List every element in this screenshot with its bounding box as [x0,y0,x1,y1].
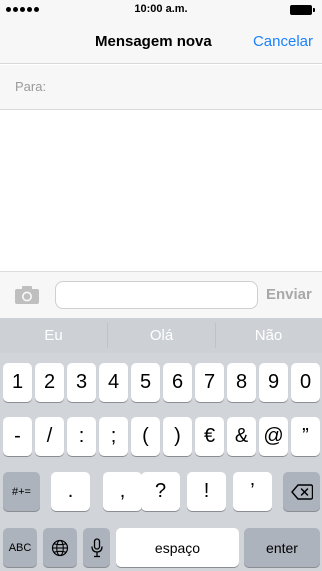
key[interactable]: ( [131,417,160,456]
status-time: 10:00 a.m. [134,3,188,15]
navigation-bar: Mensagem nova Cancelar [0,20,322,64]
camera-icon[interactable] [14,285,40,305]
key[interactable]: 8 [227,363,256,402]
prediction-2[interactable]: Olá [108,318,215,353]
key[interactable]: ) [163,417,192,456]
recipient-label: Para: [15,79,47,94]
key[interactable]: . [51,472,90,511]
keyboard: Eu Olá Não 1 2 3 4 5 6 7 8 9 0 - / : ; (… [0,318,322,571]
key[interactable]: ; [99,417,128,456]
key[interactable]: 7 [195,363,224,402]
enter-key[interactable]: enter [244,528,320,567]
abc-key[interactable]: ABC [3,528,37,567]
send-button[interactable]: Enviar [266,286,312,303]
key[interactable]: ! [187,472,226,511]
recipient-field[interactable]: Para: [0,65,322,110]
prediction-1[interactable]: Eu [0,318,107,353]
key[interactable]: 6 [163,363,192,402]
page-title: Mensagem nova [95,33,212,50]
message-thread-area [0,111,322,271]
key[interactable]: 1 [3,363,32,402]
more-symbols-key[interactable]: #+= [3,472,40,511]
key[interactable]: 0 [291,363,320,402]
globe-key[interactable] [43,528,77,567]
dictation-key[interactable] [83,528,110,567]
key[interactable]: € [195,417,224,456]
key[interactable]: & [227,417,256,456]
key[interactable]: 4 [99,363,128,402]
delete-backspace-icon [290,483,313,500]
message-input[interactable] [55,281,258,309]
compose-bar: Enviar [0,271,322,318]
microphone-icon [90,537,103,557]
key[interactable]: - [3,417,32,456]
key[interactable]: ’ [233,472,272,511]
key[interactable]: ” [291,417,320,456]
predictive-bar: Eu Olá Não [0,318,322,353]
key[interactable]: ? [141,472,180,511]
key[interactable]: , [103,472,142,511]
key[interactable]: 3 [67,363,96,402]
key[interactable]: @ [259,417,288,456]
cancel-button[interactable]: Cancelar [253,33,313,50]
globe-icon [51,539,69,556]
battery-icon [290,5,315,15]
space-key[interactable]: espaço [116,528,239,567]
key[interactable]: / [35,417,64,456]
key[interactable]: 2 [35,363,64,402]
delete-key[interactable] [283,472,320,511]
key[interactable]: 9 [259,363,288,402]
key[interactable]: : [67,417,96,456]
key[interactable]: 5 [131,363,160,402]
status-bar: 10:00 a.m. [0,0,322,20]
prediction-3[interactable]: Não [215,318,322,353]
